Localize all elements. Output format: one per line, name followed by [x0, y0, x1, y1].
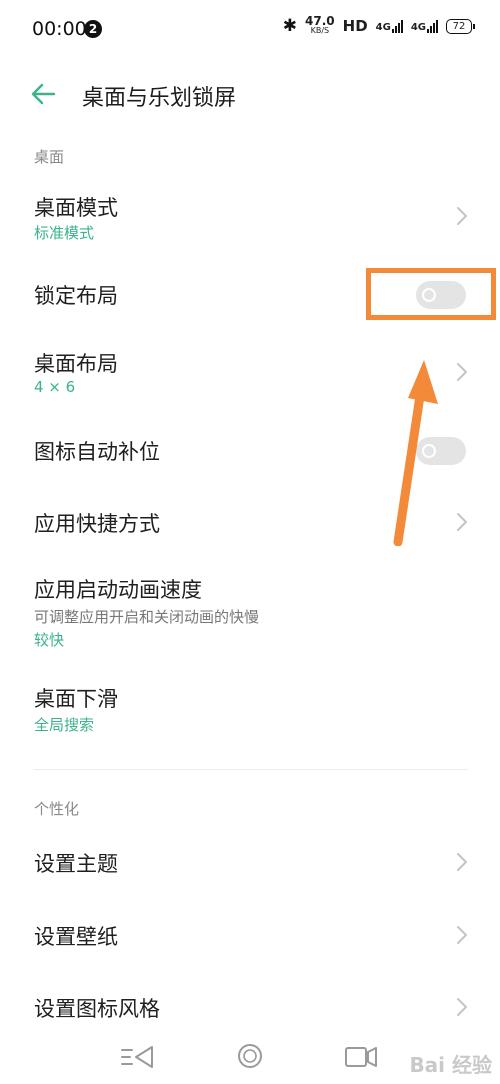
row-app-anim-speed[interactable]: 应用启动动画速度 可调整应用开启和关闭动画的快慢 较快 — [0, 572, 500, 652]
status-icons: ✱ 47.0 KB/S HD 4G 4G 72 — [282, 14, 475, 36]
chevron-right-icon — [457, 207, 467, 225]
row-set-theme[interactable]: 设置主题 — [0, 840, 500, 886]
section-label-desktop: 桌面 — [34, 148, 65, 166]
row-app-shortcuts[interactable]: 应用快捷方式 — [0, 500, 500, 546]
hd-icon: HD — [342, 17, 368, 35]
row-desktop-layout[interactable]: 桌面布局 4 × 6 — [0, 344, 500, 404]
row-lock-layout: 锁定布局 — [0, 272, 500, 318]
chevron-right-icon — [457, 926, 467, 944]
back-arrow-icon[interactable] — [30, 82, 56, 106]
row-value: 全局搜索 — [34, 716, 95, 734]
row-title: 桌面布局 — [34, 352, 118, 376]
section-label-personalization: 个性化 — [34, 800, 80, 818]
row-desktop-mode[interactable]: 桌面模式 标准模式 — [0, 188, 500, 248]
row-title: 设置主题 — [34, 852, 118, 876]
row-title: 应用启动动画速度 — [34, 578, 202, 602]
row-title: 桌面模式 — [34, 196, 118, 220]
section-divider — [34, 769, 468, 770]
chevron-right-icon — [457, 363, 467, 381]
header: 桌面与乐划锁屏 — [0, 72, 500, 118]
battery-icon: 72 — [446, 18, 475, 34]
chevron-right-icon — [457, 998, 467, 1016]
network-speed: 47.0 KB/S — [305, 14, 335, 35]
row-icon-autofill: 图标自动补位 — [0, 428, 500, 474]
chevron-right-icon — [457, 513, 467, 531]
notification-count-badge: 2 — [84, 20, 102, 38]
row-title: 设置图标风格 — [34, 997, 160, 1021]
icon-autofill-toggle[interactable] — [416, 437, 466, 465]
row-desktop-swipe[interactable]: 桌面下滑 全局搜索 — [0, 680, 500, 740]
row-set-icon-style[interactable]: 设置图标风格 — [0, 985, 500, 1031]
toggle-knob — [422, 288, 436, 302]
system-nav-bar: Bai 经验 — [0, 1030, 500, 1084]
row-set-wallpaper[interactable]: 设置壁纸 — [0, 913, 500, 959]
lock-layout-toggle[interactable] — [416, 281, 466, 309]
row-title: 锁定布局 — [34, 284, 118, 308]
nav-home-icon[interactable] — [237, 1043, 263, 1069]
page-title: 桌面与乐划锁屏 — [82, 86, 237, 111]
row-value: 4 × 6 — [34, 378, 76, 396]
row-description: 可调整应用开启和关闭动画的快慢 — [34, 608, 260, 626]
nav-back-icon[interactable] — [120, 1044, 156, 1070]
row-value: 标准模式 — [34, 224, 95, 242]
nav-recents-icon[interactable] — [344, 1044, 378, 1070]
signal-icon-sim2: 4G — [411, 19, 438, 33]
chevron-right-icon — [457, 853, 467, 871]
bluetooth-icon: ✱ — [282, 16, 298, 36]
row-title: 设置壁纸 — [34, 925, 118, 949]
watermark: Bai 经验 — [409, 1053, 492, 1077]
row-value: 较快 — [34, 631, 65, 649]
row-title: 桌面下滑 — [34, 687, 118, 711]
row-title: 图标自动补位 — [34, 440, 160, 464]
row-title: 应用快捷方式 — [34, 512, 160, 536]
status-time: 00:00 — [32, 18, 87, 40]
status-bar: 00:00 2 ✱ 47.0 KB/S HD 4G 4G 72 — [0, 0, 500, 60]
signal-icon-sim1: 4G — [376, 19, 403, 33]
toggle-knob — [422, 444, 436, 458]
